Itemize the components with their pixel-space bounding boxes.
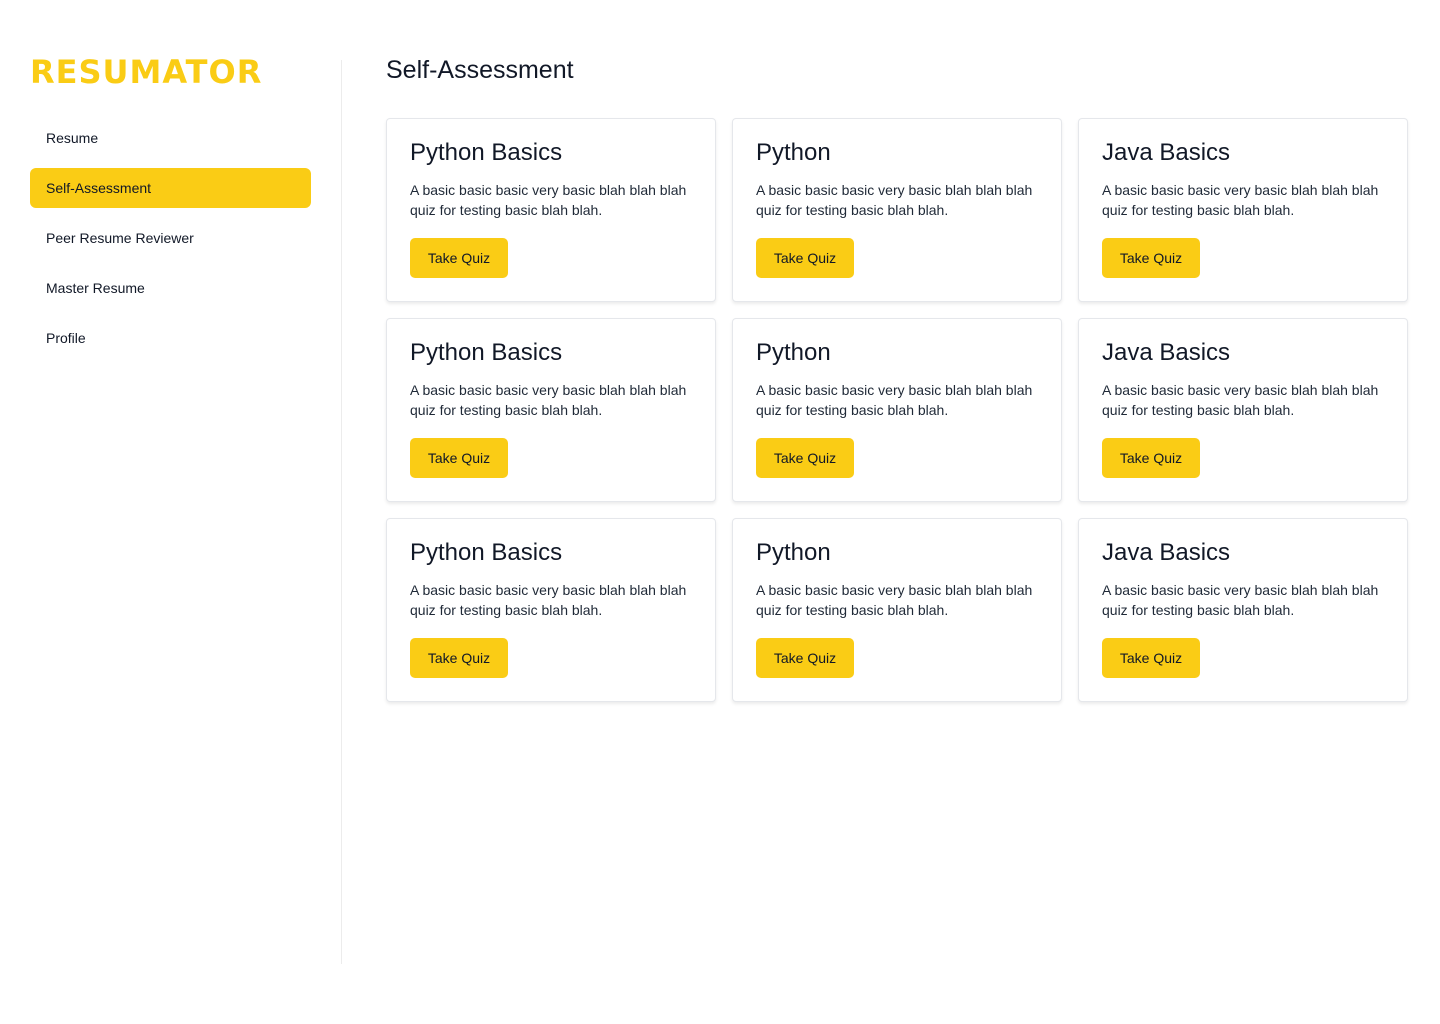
quiz-card: Python A basic basic basic very basic bl… [732,118,1062,302]
quiz-card: Python A basic basic basic very basic bl… [732,318,1062,502]
quiz-card-grid: Python Basics A basic basic basic very b… [386,118,1408,702]
quiz-card: Java Basics A basic basic basic very bas… [1078,518,1408,702]
sidebar-divider [341,60,342,964]
take-quiz-button[interactable]: Take Quiz [756,438,854,478]
quiz-card: Java Basics A basic basic basic very bas… [1078,118,1408,302]
quiz-card-title: Java Basics [1102,539,1231,566]
quiz-card-description: A basic basic basic very basic blah blah… [756,182,1033,218]
sidebar-item-profile[interactable]: Profile [30,318,311,358]
sidebar-item-peer-resume-reviewer[interactable]: Peer Resume Reviewer [30,218,311,258]
quiz-card-description: A basic basic basic very basic blah blah… [1102,382,1379,418]
sidebar-nav: Resume Self-Assessment Peer Resume Revie… [30,118,311,368]
page-title: Self-Assessment [386,56,574,84]
sidebar-item-self-assessment[interactable]: Self-Assessment [30,168,311,208]
quiz-card-description: A basic basic basic very basic blah blah… [1102,182,1379,218]
quiz-card-title: Python Basics [410,339,563,366]
take-quiz-button[interactable]: Take Quiz [1102,638,1200,678]
quiz-card: Python Basics A basic basic basic very b… [386,518,716,702]
app: RESUMATOR Resume Self-Assessment Peer Re… [0,0,1440,1024]
quiz-card-title: Python [756,539,831,566]
quiz-card-description: A basic basic basic very basic blah blah… [756,582,1033,618]
take-quiz-button[interactable]: Take Quiz [410,638,508,678]
take-quiz-button[interactable]: Take Quiz [1102,438,1200,478]
sidebar-item-master-resume[interactable]: Master Resume [30,268,311,308]
quiz-card-title: Python [756,339,831,366]
quiz-card-title: Python Basics [410,539,563,566]
take-quiz-button[interactable]: Take Quiz [410,238,508,278]
take-quiz-button[interactable]: Take Quiz [1102,238,1200,278]
sidebar-item-resume[interactable]: Resume [30,118,311,158]
quiz-card: Python A basic basic basic very basic bl… [732,518,1062,702]
quiz-card-title: Java Basics [1102,339,1231,366]
quiz-card-title: Python [756,139,831,166]
quiz-card-description: A basic basic basic very basic blah blah… [410,182,687,218]
sidebar: RESUMATOR Resume Self-Assessment Peer Re… [0,0,341,1024]
take-quiz-button[interactable]: Take Quiz [756,638,854,678]
app-logo[interactable]: RESUMATOR [30,51,262,93]
quiz-card-description: A basic basic basic very basic blah blah… [410,382,687,418]
quiz-card-description: A basic basic basic very basic blah blah… [756,382,1033,418]
quiz-card: Python Basics A basic basic basic very b… [386,318,716,502]
take-quiz-button[interactable]: Take Quiz [756,238,854,278]
quiz-card-title: Python Basics [410,139,563,166]
quiz-card: Java Basics A basic basic basic very bas… [1078,318,1408,502]
quiz-card: Python Basics A basic basic basic very b… [386,118,716,302]
take-quiz-button[interactable]: Take Quiz [410,438,508,478]
quiz-card-description: A basic basic basic very basic blah blah… [1102,582,1379,618]
quiz-card-title: Java Basics [1102,139,1231,166]
quiz-card-description: A basic basic basic very basic blah blah… [410,582,687,618]
